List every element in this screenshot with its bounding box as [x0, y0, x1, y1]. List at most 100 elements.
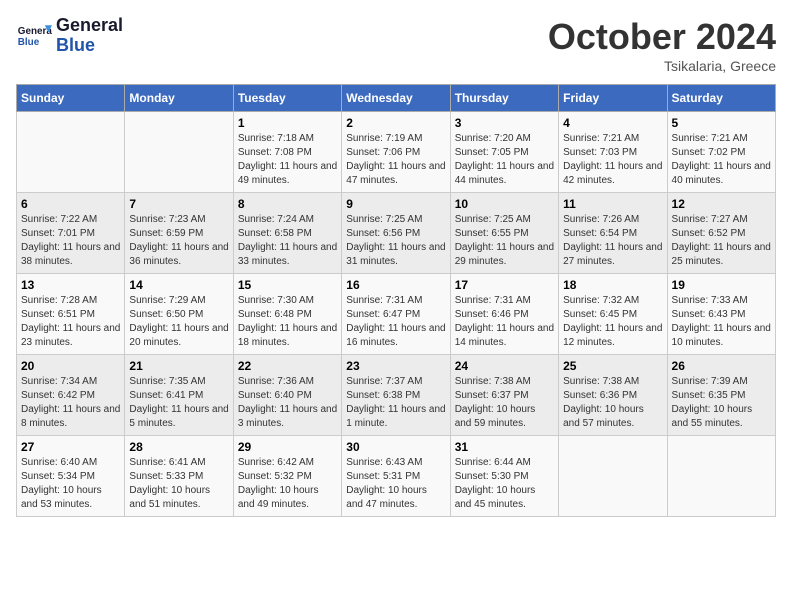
day-info: Sunrise: 7:35 AMSunset: 6:41 PMDaylight:…: [129, 375, 228, 431]
calendar-cell: 24 Sunrise: 7:38 AMSunset: 6:37 PMDayligh…: [450, 355, 558, 436]
day-number: 21: [129, 359, 228, 373]
day-number: 25: [563, 359, 662, 373]
day-number: 8: [238, 197, 337, 211]
day-number: 4: [563, 116, 662, 130]
day-number: 3: [455, 116, 554, 130]
day-info: Sunrise: 7:23 AMSunset: 6:59 PMDaylight:…: [129, 213, 228, 269]
calendar-cell: 12 Sunrise: 7:27 AMSunset: 6:52 PMDayligh…: [667, 193, 775, 274]
day-info: Sunrise: 7:25 AMSunset: 6:55 PMDaylight:…: [455, 213, 554, 269]
calendar-cell: [559, 436, 667, 517]
day-info: Sunrise: 7:38 AMSunset: 6:37 PMDaylight:…: [455, 375, 554, 431]
calendar-week-row: 1 Sunrise: 7:18 AMSunset: 7:08 PMDaylight…: [17, 112, 776, 193]
calendar-cell: 22 Sunrise: 7:36 AMSunset: 6:40 PMDayligh…: [233, 355, 341, 436]
day-info: Sunrise: 7:31 AMSunset: 6:47 PMDaylight:…: [346, 294, 445, 350]
calendar-cell: 27 Sunrise: 6:40 AMSunset: 5:34 PMDayligh…: [17, 436, 125, 517]
day-info: Sunrise: 7:33 AMSunset: 6:43 PMDaylight:…: [672, 294, 771, 350]
logo-blue: Blue: [56, 36, 123, 56]
day-number: 31: [455, 440, 554, 454]
day-number: 2: [346, 116, 445, 130]
calendar-cell: 10 Sunrise: 7:25 AMSunset: 6:55 PMDayligh…: [450, 193, 558, 274]
day-number: 23: [346, 359, 445, 373]
calendar-cell: 14 Sunrise: 7:29 AMSunset: 6:50 PMDayligh…: [125, 274, 233, 355]
day-info: Sunrise: 6:44 AMSunset: 5:30 PMDaylight:…: [455, 456, 554, 512]
calendar-cell: [17, 112, 125, 193]
calendar-cell: 11 Sunrise: 7:26 AMSunset: 6:54 PMDayligh…: [559, 193, 667, 274]
day-number: 24: [455, 359, 554, 373]
day-info: Sunrise: 7:27 AMSunset: 6:52 PMDaylight:…: [672, 213, 771, 269]
day-number: 18: [563, 278, 662, 292]
calendar-cell: 29 Sunrise: 6:42 AMSunset: 5:32 PMDayligh…: [233, 436, 341, 517]
weekday-header: Wednesday: [342, 85, 450, 112]
calendar-cell: 2Sunrise: 7:19 AMSunset: 7:06 PMDaylight…: [342, 112, 450, 193]
day-info: Sunrise: 7:32 AMSunset: 6:45 PMDaylight:…: [563, 294, 662, 350]
day-info: Sunrise: 6:41 AMSunset: 5:33 PMDaylight:…: [129, 456, 228, 512]
day-info: Sunrise: 7:34 AMSunset: 6:42 PMDaylight:…: [21, 375, 120, 431]
day-number: 1: [238, 116, 337, 130]
calendar-cell: 31 Sunrise: 6:44 AMSunset: 5:30 PMDayligh…: [450, 436, 558, 517]
day-number: 10: [455, 197, 554, 211]
svg-text:Blue: Blue: [18, 37, 40, 48]
day-number: 12: [672, 197, 771, 211]
day-info: Sunrise: 7:26 AMSunset: 6:54 PMDaylight:…: [563, 213, 662, 269]
calendar-cell: 18 Sunrise: 7:32 AMSunset: 6:45 PMDayligh…: [559, 274, 667, 355]
month-title: October 2024: [548, 16, 776, 58]
day-info: Sunrise: 7:36 AMSunset: 6:40 PMDaylight:…: [238, 375, 337, 431]
day-number: 27: [21, 440, 120, 454]
day-info: Sunrise: 7:31 AMSunset: 6:46 PMDaylight:…: [455, 294, 554, 350]
day-number: 15: [238, 278, 337, 292]
day-number: 14: [129, 278, 228, 292]
day-number: 16: [346, 278, 445, 292]
day-info: Sunrise: 6:42 AMSunset: 5:32 PMDaylight:…: [238, 456, 337, 512]
calendar-header-row: SundayMondayTuesdayWednesdayThursdayFrid…: [17, 85, 776, 112]
day-info: Sunrise: 7:28 AMSunset: 6:51 PMDaylight:…: [21, 294, 120, 350]
day-number: 22: [238, 359, 337, 373]
day-info: Sunrise: 7:39 AMSunset: 6:35 PMDaylight:…: [672, 375, 771, 431]
calendar-cell: 21 Sunrise: 7:35 AMSunset: 6:41 PMDayligh…: [125, 355, 233, 436]
logo-text: General Blue: [56, 16, 123, 56]
calendar-cell: 23Sunrise: 7:37 AMSunset: 6:38 PMDayligh…: [342, 355, 450, 436]
day-number: 26: [672, 359, 771, 373]
day-number: 29: [238, 440, 337, 454]
calendar-cell: 13Sunrise: 7:28 AMSunset: 6:51 PMDayligh…: [17, 274, 125, 355]
day-info: Sunrise: 6:43 AMSunset: 5:31 PMDaylight:…: [346, 456, 445, 512]
calendar-week-row: 27 Sunrise: 6:40 AMSunset: 5:34 PMDayligh…: [17, 436, 776, 517]
day-info: Sunrise: 7:24 AMSunset: 6:58 PMDaylight:…: [238, 213, 337, 269]
day-number: 9: [346, 197, 445, 211]
day-info: Sunrise: 7:21 AMSunset: 7:03 PMDaylight:…: [563, 132, 662, 188]
day-info: Sunrise: 7:30 AMSunset: 6:48 PMDaylight:…: [238, 294, 337, 350]
calendar-cell: 7 Sunrise: 7:23 AMSunset: 6:59 PMDaylight…: [125, 193, 233, 274]
calendar-cell: 3Sunrise: 7:20 AMSunset: 7:05 PMDaylight…: [450, 112, 558, 193]
day-number: 11: [563, 197, 662, 211]
location: Tsikalaria, Greece: [548, 58, 776, 74]
day-info: Sunrise: 7:29 AMSunset: 6:50 PMDaylight:…: [129, 294, 228, 350]
day-info: Sunrise: 6:40 AMSunset: 5:34 PMDaylight:…: [21, 456, 120, 512]
weekday-header: Thursday: [450, 85, 558, 112]
day-number: 7: [129, 197, 228, 211]
weekday-header: Monday: [125, 85, 233, 112]
page-header: General Blue General Blue October 2024 T…: [16, 16, 776, 74]
day-number: 28: [129, 440, 228, 454]
calendar-week-row: 13Sunrise: 7:28 AMSunset: 6:51 PMDayligh…: [17, 274, 776, 355]
calendar-cell: 19Sunrise: 7:33 AMSunset: 6:43 PMDayligh…: [667, 274, 775, 355]
calendar-table: SundayMondayTuesdayWednesdayThursdayFrid…: [16, 84, 776, 517]
calendar-cell: 26 Sunrise: 7:39 AMSunset: 6:35 PMDayligh…: [667, 355, 775, 436]
day-info: Sunrise: 7:18 AMSunset: 7:08 PMDaylight:…: [238, 132, 337, 188]
title-section: October 2024 Tsikalaria, Greece: [548, 16, 776, 74]
calendar-cell: [125, 112, 233, 193]
calendar-cell: 4 Sunrise: 7:21 AMSunset: 7:03 PMDaylight…: [559, 112, 667, 193]
calendar-cell: 30 Sunrise: 6:43 AMSunset: 5:31 PMDayligh…: [342, 436, 450, 517]
day-number: 5: [672, 116, 771, 130]
day-number: 20: [21, 359, 120, 373]
calendar-cell: 8 Sunrise: 7:24 AMSunset: 6:58 PMDaylight…: [233, 193, 341, 274]
calendar-week-row: 20 Sunrise: 7:34 AMSunset: 6:42 PMDayligh…: [17, 355, 776, 436]
weekday-header: Saturday: [667, 85, 775, 112]
day-info: Sunrise: 7:21 AMSunset: 7:02 PMDaylight:…: [672, 132, 771, 188]
day-number: 30: [346, 440, 445, 454]
day-number: 17: [455, 278, 554, 292]
weekday-header: Tuesday: [233, 85, 341, 112]
calendar-week-row: 6Sunrise: 7:22 AMSunset: 7:01 PMDaylight…: [17, 193, 776, 274]
calendar-cell: [667, 436, 775, 517]
day-info: Sunrise: 7:38 AMSunset: 6:36 PMDaylight:…: [563, 375, 662, 431]
calendar-cell: 20 Sunrise: 7:34 AMSunset: 6:42 PMDayligh…: [17, 355, 125, 436]
weekday-header: Friday: [559, 85, 667, 112]
